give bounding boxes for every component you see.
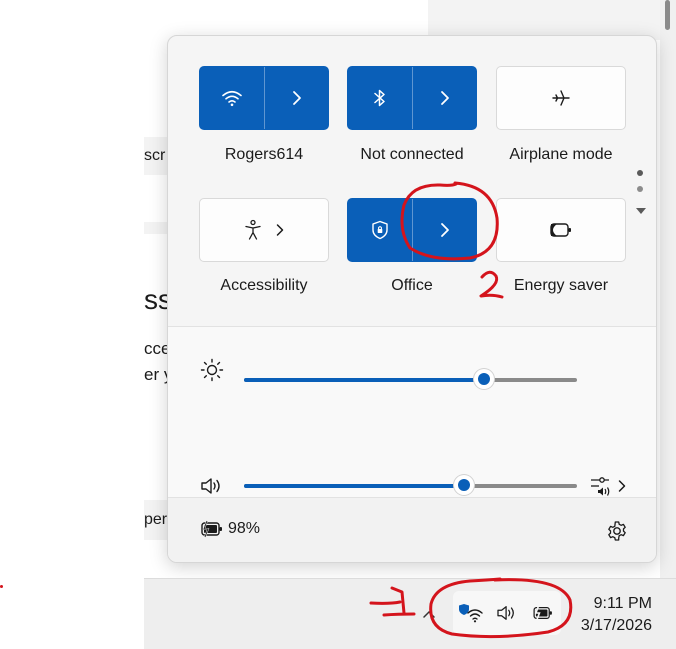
battery-button[interactable] [199,518,227,540]
tile-airplane-mode[interactable] [496,66,626,130]
gear-icon [608,521,626,541]
background-text-fragment: cce [144,339,168,358]
page-down-icon[interactable] [635,207,647,215]
tile-label-energy-saver: Energy saver [513,277,609,294]
tile-vpn [347,198,477,262]
clock-date: 3/17/2026 [580,617,652,634]
show-hidden-icons-button[interactable] [423,605,435,621]
chevron-right-icon [293,91,301,105]
energy-saver-icon [550,223,571,237]
quick-settings-panel: Rogers614 Not connected Airplane mode Ac… [167,35,657,563]
audio-output-button[interactable] [589,473,629,499]
vpn-shield-icon [372,220,388,240]
tile-energy-saver[interactable] [496,198,626,262]
tile-label-wifi: Rogers614 [224,146,304,163]
wifi-expand-button[interactable] [265,67,329,129]
vpn-toggle-button[interactable] [348,199,412,261]
page-indicator[interactable] [635,170,647,220]
battery-charging-icon [201,520,222,538]
volume-mute-button[interactable] [199,473,225,499]
airplane-icon [552,90,570,106]
settings-button[interactable] [604,518,630,544]
quick-settings-footer: 98% [168,498,656,562]
tile-label-vpn: Office [391,277,433,294]
bluetooth-icon [374,89,385,107]
speaker-icon [201,478,220,494]
accessibility-icon [245,219,261,240]
audio-output-icon [591,477,610,496]
chevron-right-icon [618,480,626,492]
chevron-up-icon [423,610,435,618]
tile-label-airplane-mode: Airplane mode [509,146,613,163]
battery-charging-icon [533,605,552,621]
brightness-slider-fill [244,378,484,382]
background-text-fragment: per [144,500,168,540]
chevron-right-icon [441,223,449,237]
speaker-icon [497,606,514,620]
network-shield-icon [459,604,484,623]
bluetooth-expand-button[interactable] [413,67,477,129]
tile-label-accessibility: Accessibility [220,277,308,294]
wifi-toggle-button[interactable] [200,67,264,129]
page-dot[interactable] [637,186,643,192]
background-window-header [428,0,660,40]
battery-percent: 98% [228,520,261,537]
background-scrollbar-thumb[interactable] [665,0,670,30]
quick-settings-tiles: Rogers614 Not connected Airplane mode Ac… [168,36,656,326]
wifi-icon [222,90,242,107]
brightness-slider-thumb[interactable] [473,369,494,389]
tile-wifi [199,66,329,130]
background-text-fragment: scr [144,137,168,175]
quick-settings-sliders [168,327,656,497]
background-divider [144,222,168,234]
vpn-expand-button[interactable] [413,199,477,261]
background-heading-fragment: ss [144,284,168,315]
volume-slider-fill [244,484,464,488]
taskbar-clock[interactable]: 9:11 PM 3/17/2026 [570,593,652,637]
clock-time: 9:11 PM [593,595,652,612]
volume-slider-thumb[interactable] [453,475,474,495]
volume-slider[interactable] [244,475,577,495]
tile-accessibility[interactable] [199,198,329,262]
bluetooth-toggle-button[interactable] [348,67,412,129]
chevron-right-icon [441,91,449,105]
tile-bluetooth [347,66,477,130]
chevron-right-icon [276,224,284,236]
tile-label-bluetooth: Not connected [360,146,464,163]
page-dot[interactable] [637,170,643,176]
background-text-fragment: er y [144,365,168,384]
taskbar: 9:11 PM 3/17/2026 [144,578,676,649]
quick-settings-tray-button[interactable] [453,591,561,635]
annotation-dot [0,585,3,588]
brightness-icon [199,357,225,383]
brightness-slider[interactable] [244,369,577,389]
background-scrollbar[interactable] [660,0,676,578]
